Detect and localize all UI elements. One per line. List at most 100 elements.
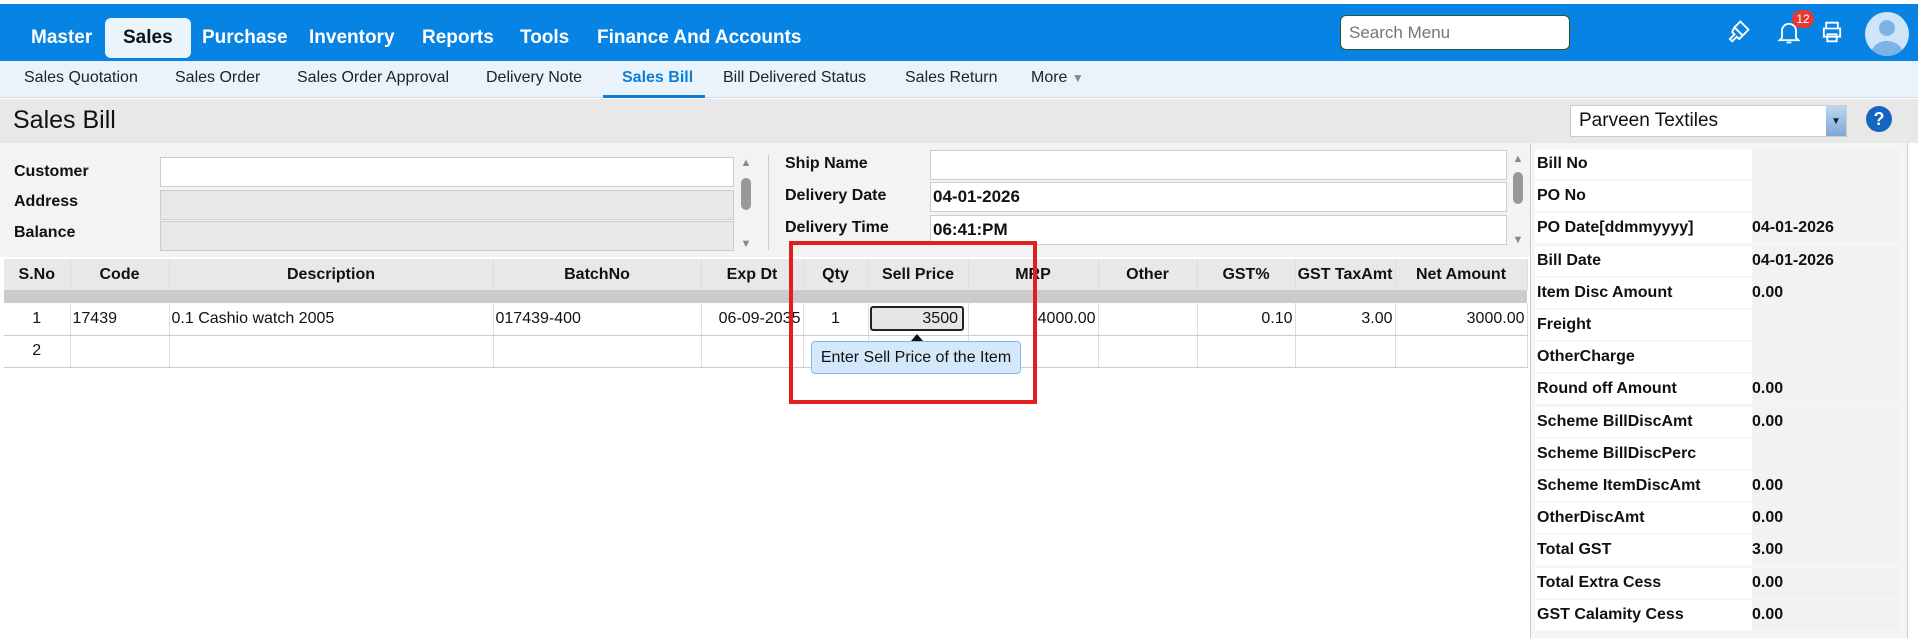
scroll-down-icon[interactable]: ▼ — [1512, 234, 1524, 246]
table-cell[interactable]: 017439-400 — [493, 303, 702, 336]
scrollbar-thumb[interactable] — [1513, 172, 1523, 204]
scroll-up-icon[interactable]: ▲ — [1512, 153, 1524, 165]
nav-finance-and-accounts[interactable]: Finance And Accounts — [597, 18, 801, 58]
summary-row: Item Disc Amount 0.00 — [1535, 277, 1901, 308]
summary-label: Total Extra Cess — [1535, 567, 1752, 598]
summary-label: Scheme BillDiscPerc — [1535, 438, 1752, 469]
nav-inventory[interactable]: Inventory — [309, 18, 395, 58]
scroll-down-icon[interactable]: ▼ — [740, 238, 752, 250]
summary-row: Bill Date 04-01-2026 — [1535, 245, 1901, 276]
active-tab-underline — [603, 95, 705, 98]
subnav-sales-bill[interactable]: Sales Bill — [622, 69, 693, 87]
brush-icon[interactable] — [1724, 18, 1752, 46]
chevron-down-icon: ▼ — [1071, 71, 1084, 85]
summary-value[interactable]: 04-01-2026 — [1752, 213, 1901, 244]
table-cell[interactable] — [1395, 335, 1528, 368]
top-navbar: Master Sales Purchase Inventory Reports … — [0, 4, 1918, 61]
summary-label: Freight — [1535, 310, 1752, 340]
summary-value[interactable]: 0.00 — [1752, 567, 1901, 598]
nav-sales[interactable]: Sales — [105, 18, 191, 58]
summary-value[interactable]: 0.00 — [1752, 471, 1901, 501]
printer-icon[interactable] — [1818, 18, 1846, 46]
subnav-delivery-note[interactable]: Delivery Note — [486, 69, 582, 87]
delivery-time-label: Delivery Time — [785, 219, 889, 236]
customer-input[interactable] — [160, 157, 734, 187]
table-cell[interactable]: 1 — [4, 303, 71, 336]
summary-label: Scheme ItemDiscAmt — [1535, 471, 1752, 501]
scrollbar-thumb[interactable] — [741, 178, 751, 210]
bill-summary-panel: Bill No PO No PO Date[ddmmyyyy] 04-01-2026 B… — [1530, 143, 1908, 638]
delivery-date-input[interactable]: 04-01-2026 — [930, 182, 1507, 212]
table-cell[interactable] — [169, 335, 494, 368]
page-title: Sales Bill — [13, 106, 116, 134]
help-icon[interactable]: ? — [1866, 106, 1892, 132]
company-select[interactable]: Parveen Textiles ▼ — [1570, 105, 1847, 137]
subnav-sales-quotation[interactable]: Sales Quotation — [24, 69, 138, 87]
column-header: BatchNo — [493, 259, 702, 290]
table-row[interactable]: 1 17439 0.1 Cashio watch 2005 017439-400 06-… — [4, 303, 1528, 336]
subnav-sales-order[interactable]: Sales Order — [175, 69, 260, 87]
table-cell[interactable]: 3.00 — [1295, 303, 1396, 336]
table-cell[interactable]: 0.10 — [1197, 303, 1296, 336]
column-header: Exp Dt — [701, 259, 804, 290]
table-row[interactable]: 2 — [4, 335, 1528, 368]
column-header: Other — [1098, 259, 1198, 290]
table-cell[interactable] — [1197, 335, 1296, 368]
customer-label: Customer — [14, 163, 89, 180]
ship-name-input[interactable] — [930, 150, 1507, 180]
table-cell[interactable] — [1098, 335, 1198, 368]
table-cell[interactable] — [1295, 335, 1396, 368]
summary-value[interactable] — [1752, 438, 1901, 469]
nav-reports[interactable]: Reports — [422, 18, 494, 58]
notification-badge: 12 — [1792, 10, 1814, 28]
summary-value[interactable]: 0.00 — [1752, 374, 1901, 405]
summary-label: Total GST — [1535, 535, 1752, 566]
column-header: GST TaxAmt — [1295, 259, 1396, 290]
nav-tools[interactable]: Tools — [520, 18, 569, 58]
summary-row: Scheme BillDiscPerc — [1535, 438, 1901, 469]
address-input[interactable] — [160, 190, 734, 220]
nav-purchase[interactable]: Purchase — [202, 18, 288, 58]
summary-row: Round off Amount 0.00 — [1535, 374, 1901, 405]
summary-row: Scheme ItemDiscAmt 0.00 — [1535, 471, 1901, 501]
scroll-up-icon[interactable]: ▲ — [740, 157, 752, 169]
nav-master[interactable]: Master — [31, 18, 92, 58]
table-cell[interactable] — [493, 335, 702, 368]
table-cell[interactable] — [1098, 303, 1198, 336]
summary-label: Item Disc Amount — [1535, 277, 1752, 308]
table-cell[interactable] — [70, 335, 170, 368]
table-cell[interactable]: 0.1 Cashio watch 2005 — [169, 303, 494, 336]
table-cell[interactable] — [701, 335, 804, 368]
summary-value[interactable]: 0.00 — [1752, 503, 1901, 534]
summary-value[interactable]: 0.00 — [1752, 599, 1901, 630]
avatar[interactable] — [1865, 12, 1909, 56]
search-menu-input[interactable] — [1340, 15, 1570, 50]
subnav-bill-delivered-status[interactable]: Bill Delivered Status — [723, 69, 866, 87]
subnav-more[interactable]: More ▼ — [1031, 69, 1084, 87]
summary-value[interactable]: 0.00 — [1752, 277, 1901, 308]
table-cell[interactable]: 2 — [4, 335, 71, 368]
balance-label: Balance — [14, 224, 76, 241]
summary-value[interactable] — [1752, 181, 1901, 212]
summary-row: OtherDiscAmt 0.00 — [1535, 503, 1901, 534]
table-cell[interactable]: 17439 — [70, 303, 170, 336]
summary-value[interactable]: 04-01-2026 — [1752, 245, 1901, 276]
summary-row: OtherCharge — [1535, 342, 1901, 373]
balance-input[interactable] — [160, 221, 734, 251]
summary-row: PO No — [1535, 181, 1901, 212]
subnav-sales-order-approval[interactable]: Sales Order Approval — [297, 69, 449, 87]
company-value: Parveen Textiles — [1579, 110, 1719, 131]
summary-value[interactable]: 3.00 — [1752, 535, 1901, 566]
subnav-sales-return[interactable]: Sales Return — [905, 69, 998, 87]
summary-value[interactable]: 0.00 — [1752, 406, 1901, 437]
dropdown-arrow-icon[interactable]: ▼ — [1826, 106, 1846, 136]
summary-value[interactable] — [1752, 342, 1901, 373]
summary-label: Bill Date — [1535, 245, 1752, 276]
table-cell[interactable]: 06-09-2035 — [701, 303, 804, 336]
table-cell[interactable]: 3000.00 — [1395, 303, 1528, 336]
summary-label: GST Calamity Cess — [1535, 599, 1752, 630]
summary-value[interactable] — [1752, 310, 1901, 340]
summary-label: Bill No — [1535, 149, 1752, 179]
summary-value[interactable] — [1752, 149, 1901, 179]
ship-name-label: Ship Name — [785, 155, 868, 172]
